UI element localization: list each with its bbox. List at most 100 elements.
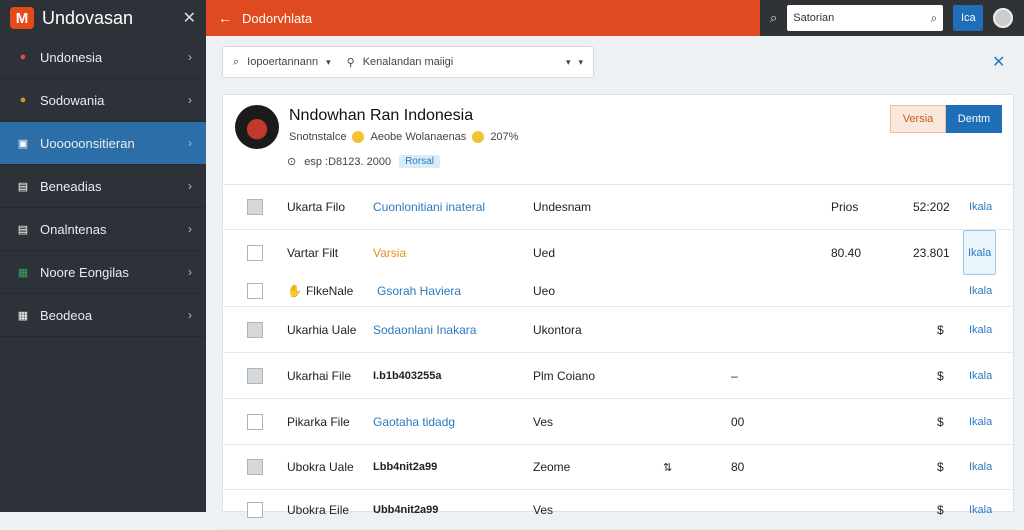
sidebar-item[interactable]: ▦ Beodeoa › (0, 294, 206, 337)
user-icon: ⚲ (346, 56, 355, 69)
row-checkbox-cell[interactable] (247, 230, 263, 275)
chevron-down-icon[interactable]: ▾ (566, 57, 571, 68)
sort-icon[interactable]: ⇅ (663, 445, 672, 489)
file-name: Ukarta Filo (287, 185, 345, 229)
sidebar-item[interactable]: ● Undonesia › (0, 36, 206, 79)
row-checkbox[interactable] (247, 459, 263, 475)
row-action-link[interactable]: Ikala (969, 275, 992, 306)
top-button[interactable]: Ica (953, 5, 984, 31)
record-meta: ⊙ esp :D8123. 2000 Rorsal (287, 155, 440, 168)
filter-second[interactable]: Kenalandan maiigi (363, 56, 558, 68)
avatar (235, 105, 279, 149)
row-checkbox-cell[interactable] (247, 185, 263, 229)
table-row[interactable]: Ukarhai File I.b1b403255a Plm Coiano – $ Ikal… (223, 353, 1013, 399)
filter-first[interactable]: Iopoertannann (247, 56, 318, 68)
file-name-text: Vartar Filt (287, 245, 339, 260)
row-checkbox-cell[interactable] (247, 490, 263, 529)
row-checkbox[interactable] (247, 282, 263, 299)
file-description[interactable]: Gsorah Haviera (377, 275, 461, 306)
file-description: I.b1b403255a (373, 369, 442, 382)
top-bar: ← Dodorvhlata ⌕ Satorian ⌕ Ica (206, 0, 1024, 36)
row-checkbox-cell[interactable] (247, 399, 263, 444)
top-bar-title-area: ← Dodorvhlata (206, 0, 760, 36)
file-status: Ukontora (533, 322, 582, 337)
row-checkbox[interactable] (247, 321, 263, 338)
sidebar-item[interactable]: ▣ Uooooonsitieran › (0, 122, 206, 165)
file-amount: $ (937, 322, 944, 337)
search-icon[interactable]: ⌕ (931, 11, 938, 26)
row-checkbox[interactable] (247, 199, 263, 215)
row-checkbox[interactable] (247, 413, 263, 430)
sidebar-item[interactable]: ▤ Beneadias › (0, 165, 206, 208)
row-action-link[interactable]: Ikala (963, 230, 997, 275)
file-value: 00 (731, 414, 745, 429)
sidebar-item-icon: ▦ (17, 266, 29, 279)
row-action-link[interactable]: Ikala (969, 490, 992, 529)
row-checkbox-cell[interactable] (247, 307, 263, 352)
file-description[interactable]: Gaotaha tidadg (373, 399, 455, 444)
chevron-right-icon: › (188, 136, 192, 150)
chevron-down-icon[interactable]: ▾ (578, 57, 583, 68)
close-icon[interactable]: ✕ (183, 8, 196, 28)
file-name: Vartar Filt (287, 230, 338, 275)
chevron-right-icon: › (188, 222, 192, 236)
sidebar-item-label: Beneadias (40, 178, 102, 194)
file-value: 80 (731, 460, 745, 474)
row-checkbox-cell[interactable] (247, 275, 263, 306)
search-icon[interactable]: ⌕ (770, 10, 777, 26)
table-row[interactable]: Vartar Filt Varsia Ued 80.40 23.801 Ikala (223, 230, 1013, 275)
file-name: Ukarhai File (287, 353, 351, 398)
file-description[interactable]: Cuonlonitiani inateral (373, 185, 485, 229)
table-row[interactable]: Ukarta Filo Cuonlonitiani inateral Undesna… (223, 185, 1013, 230)
brand-bar: M Undovasan ✕ (0, 0, 206, 36)
status-badge: Rorsal (399, 155, 440, 168)
arrow-left-icon[interactable]: ← (218, 10, 232, 26)
file-name: Pikarka File (287, 399, 350, 444)
row-action-link[interactable]: Ikala (969, 353, 992, 398)
file-description: Ubb4nit2a99 (373, 503, 439, 516)
close-icon[interactable]: ✕ (992, 52, 1005, 72)
row-checkbox-cell[interactable] (247, 445, 263, 489)
row-action-link[interactable]: Ikala (969, 445, 992, 489)
file-price: Prios (831, 200, 859, 214)
coin-icon (472, 131, 485, 143)
sidebar-item-icon: ● (19, 51, 27, 63)
sidebar-item-icon: ▤ (17, 180, 29, 193)
file-name: ✋ FlkeNale (287, 275, 353, 306)
row-action-link[interactable]: Ikala (969, 185, 992, 229)
file-status: Ves (533, 414, 554, 429)
record-card: Nndowhan Ran Indonesia Snotnstalce Aeobe… (222, 94, 1014, 530)
sidebar-item[interactable]: ▤ Onalntenas › (0, 208, 206, 251)
table-row[interactable]: Ukarhia Uale Sodaonlani Inakara Ukontora $ I… (223, 307, 1013, 353)
sidebar-item[interactable]: ● Sodowania › (0, 79, 206, 122)
row-checkbox[interactable] (247, 244, 263, 261)
row-checkbox[interactable] (247, 367, 263, 384)
table-row[interactable]: Ubokra Eile Ubb4nit2a99 Ves $ Ikala (223, 490, 1013, 530)
file-value: – (731, 368, 738, 383)
file-amount: 23.801 (913, 245, 950, 260)
chevron-right-icon: › (188, 308, 192, 322)
top-bar-tools: ⌕ Satorian ⌕ Ica (760, 0, 1024, 36)
chevron-down-icon[interactable]: ▾ (326, 57, 331, 68)
file-name-text: Ukarta Filo (287, 200, 346, 214)
sidebar-item-label: Uooooonsitieran (40, 135, 135, 151)
search-icon: ⌕ (233, 55, 240, 68)
versia-button[interactable]: Versia (890, 105, 946, 133)
row-action-link[interactable]: Ikala (969, 307, 992, 352)
table-row[interactable]: Pikarka File Gaotaha tidadg Ves 00 $ Ikala (223, 399, 1013, 445)
dentm-button[interactable]: Dentm (946, 105, 1002, 133)
sidebar-item[interactable]: ▦ Noore Eongilas › (0, 251, 206, 294)
search-input[interactable]: Satorian ⌕ (787, 5, 944, 31)
file-status: Ves (533, 502, 554, 517)
file-name-text: Ubokra Uale (287, 460, 354, 474)
sidebar-item-label: Onalntenas (40, 221, 107, 237)
row-checkbox[interactable] (247, 501, 263, 518)
file-amount: $ (937, 414, 944, 429)
location-icon: ⊙ (287, 156, 297, 168)
file-description[interactable]: Sodaonlani Inakara (373, 307, 476, 352)
avatar[interactable] (993, 8, 1014, 28)
table-row[interactable]: Ubokra Uale Lbb4nit2a99 Zeome ⇅ 80 $ Ikala (223, 445, 1013, 490)
row-action-link[interactable]: Ikala (969, 399, 992, 444)
table-row[interactable]: ✋ FlkeNale Gsorah Haviera Ueo Ikala (223, 275, 1013, 307)
row-checkbox-cell[interactable] (247, 353, 263, 398)
